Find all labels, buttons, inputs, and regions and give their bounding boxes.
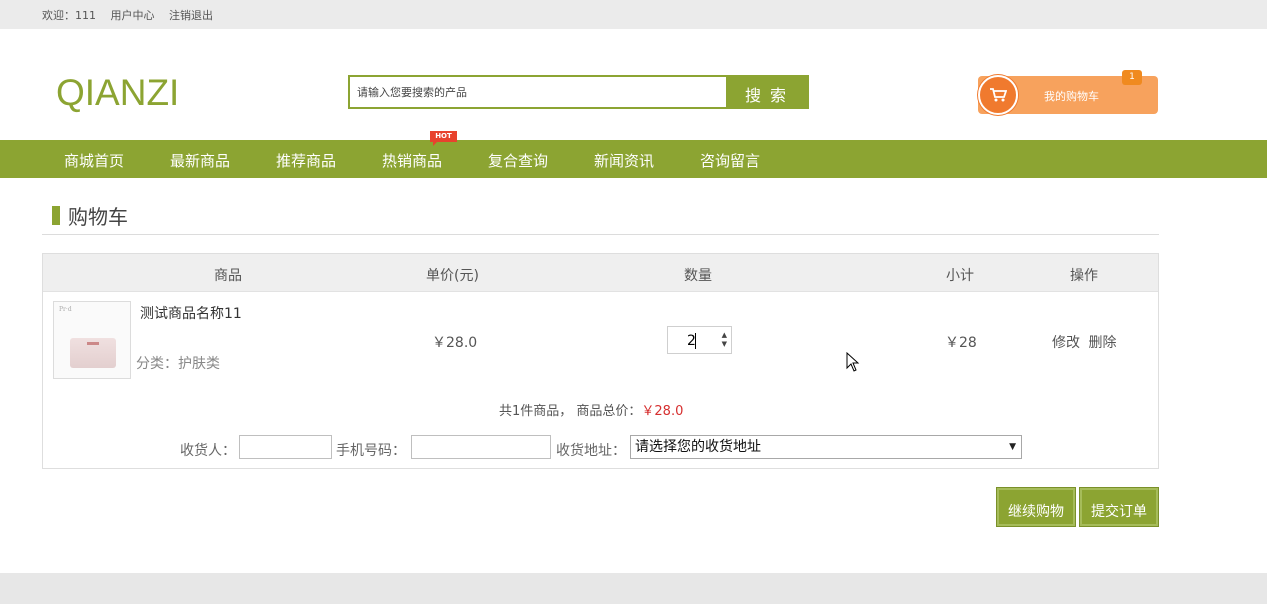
header-actions: 操作 bbox=[1070, 268, 1098, 284]
product-image bbox=[70, 338, 116, 368]
cart-table: 商品 单价(元) 数量 小计 操作 Pr·d 测试商品名称11 分类：护肤类 ￥… bbox=[42, 253, 1159, 469]
search-input[interactable] bbox=[350, 77, 728, 107]
unit-price: ￥28.0 bbox=[432, 335, 478, 351]
divider bbox=[42, 234, 1159, 235]
header-product: 商品 bbox=[214, 268, 242, 284]
continue-shopping-button[interactable]: 继续购物 bbox=[997, 488, 1075, 526]
nav-item-message[interactable]: 咨询留言 bbox=[700, 150, 760, 171]
main-nav: 商城首页 最新商品 推荐商品 热销商品 复合查询 新闻资讯 咨询留言 bbox=[0, 140, 1267, 178]
search-bar: 搜 索 bbox=[348, 75, 809, 109]
address-selected-value: 请选择您的收货地址 bbox=[635, 439, 761, 455]
my-cart-button[interactable]: 我的购物车 1 bbox=[978, 70, 1158, 115]
order-summary: 共1件商品， 商品总价：￥28.0 bbox=[499, 400, 683, 419]
cart-count-badge: 1 bbox=[1122, 70, 1142, 85]
welcome-text: 欢迎：111 bbox=[42, 9, 96, 22]
nav-item-recommended[interactable]: 推荐商品 bbox=[276, 150, 336, 171]
phone-input[interactable] bbox=[411, 435, 551, 459]
search-button[interactable]: 搜 索 bbox=[726, 77, 807, 107]
nav-item-new[interactable]: 最新商品 bbox=[170, 150, 230, 171]
header-price: 单价(元) bbox=[426, 268, 479, 284]
address-select[interactable]: 请选择您的收货地址 ▼ bbox=[630, 435, 1022, 459]
spinner-arrows-icon[interactable]: ▲ ▼ bbox=[722, 331, 727, 349]
nav-item-search[interactable]: 复合查询 bbox=[488, 150, 548, 171]
thumbnail-detail: Pr·d bbox=[59, 306, 72, 313]
header-quantity: 数量 bbox=[684, 268, 712, 284]
nav-item-home[interactable]: 商城首页 bbox=[64, 150, 124, 171]
shipping-form: 收货人： 手机号码： 收货地址： 请选择您的收货地址 ▼ bbox=[43, 435, 1158, 461]
dropdown-arrow-icon: ▼ bbox=[1009, 442, 1016, 452]
top-links: 欢迎：111 用户中心 注销退出 bbox=[42, 7, 224, 23]
logout-link[interactable]: 注销退出 bbox=[169, 9, 213, 22]
receiver-label: 收货人： bbox=[180, 443, 236, 459]
text-caret bbox=[695, 333, 696, 349]
product-thumbnail[interactable]: Pr·d bbox=[53, 301, 131, 379]
cart-icon bbox=[978, 75, 1018, 115]
summary-text: 共1件商品， 商品总价： bbox=[499, 404, 642, 419]
product-category: 分类：护肤类 bbox=[136, 356, 220, 372]
header-subtotal: 小计 bbox=[946, 268, 974, 284]
user-center-link[interactable]: 用户中心 bbox=[111, 9, 155, 22]
site-logo[interactable]: QIANZI bbox=[56, 72, 179, 114]
receiver-input[interactable] bbox=[239, 435, 332, 459]
product-name[interactable]: 测试商品名称11 bbox=[140, 303, 242, 323]
address-label: 收货地址： bbox=[556, 443, 626, 459]
top-bar: 欢迎：111 用户中心 注销退出 bbox=[0, 0, 1267, 29]
hot-badge: HOT bbox=[430, 131, 457, 146]
total-price: ￥28.0 bbox=[641, 404, 684, 419]
edit-link[interactable]: 修改 bbox=[1052, 335, 1080, 351]
table-header: 商品 单价(元) 数量 小计 操作 bbox=[43, 254, 1158, 292]
quantity-stepper[interactable]: 2 ▲ ▼ bbox=[667, 326, 732, 354]
title-marker bbox=[52, 206, 60, 225]
row-subtotal: ￥28 bbox=[945, 335, 977, 351]
delete-link[interactable]: 删除 bbox=[1088, 335, 1116, 351]
submit-order-button[interactable]: 提交订单 bbox=[1080, 488, 1158, 526]
page-title-text: 购物车 bbox=[68, 205, 128, 229]
nav-item-hot[interactable]: 热销商品 bbox=[382, 150, 442, 171]
phone-label: 手机号码： bbox=[336, 443, 406, 459]
row-actions: 修改 删除 bbox=[1052, 332, 1120, 352]
mouse-cursor-icon bbox=[846, 351, 860, 376]
nav-item-news[interactable]: 新闻资讯 bbox=[594, 150, 654, 171]
cart-label: 我的购物车 bbox=[1044, 90, 1099, 103]
footer bbox=[0, 573, 1267, 604]
